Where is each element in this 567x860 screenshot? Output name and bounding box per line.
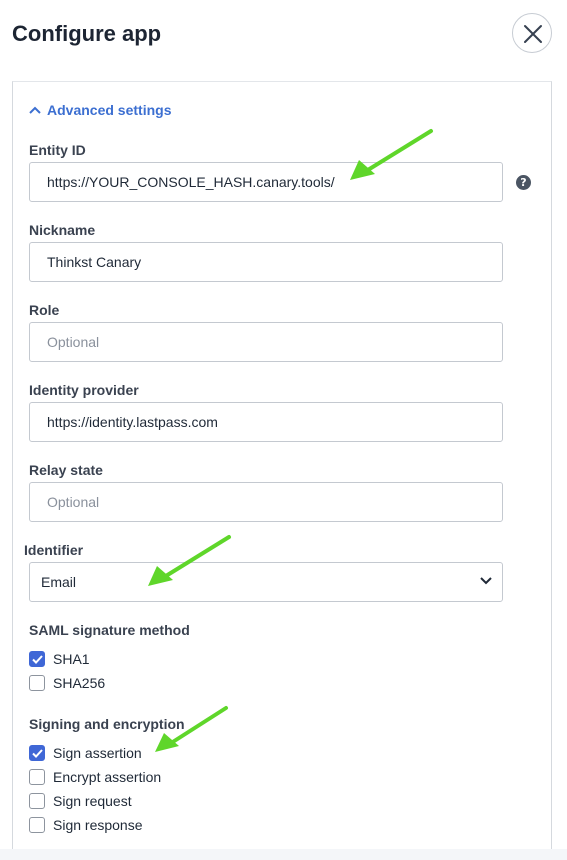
- role-placeholder: Optional: [47, 334, 100, 350]
- entity-id-value: https://YOUR_CONSOLE_HASH.canary.tools/: [47, 174, 335, 190]
- dialog-title: Configure app: [12, 21, 162, 46]
- nickname-input[interactable]: Thinkst Canary: [29, 242, 503, 282]
- identifier-label: Identifier: [24, 542, 84, 558]
- identifier-selected-value: Email: [41, 574, 77, 590]
- identity-provider-input[interactable]: https://identity.lastpass.com: [29, 402, 503, 442]
- nickname-value: Thinkst Canary: [47, 254, 142, 270]
- encrypt-assertion-checkbox[interactable]: [29, 769, 45, 785]
- annotation-arrow-icon: [350, 129, 433, 180]
- chevron-up-icon: [29, 106, 41, 114]
- sha1-checkbox[interactable]: [29, 651, 45, 667]
- relay-state-label: Relay state: [29, 462, 103, 478]
- advanced-settings-label: Advanced settings: [47, 102, 172, 118]
- checkmark-icon: [32, 655, 43, 664]
- sign-assertion-label: Sign assertion: [53, 745, 142, 761]
- nickname-label: Nickname: [29, 222, 96, 238]
- identity-provider-value: https://identity.lastpass.com: [47, 414, 218, 430]
- annotation-arrow-icon: [148, 535, 231, 586]
- saml-signature-label: SAML signature method: [29, 622, 190, 638]
- annotation-arrow-icon: [155, 706, 228, 752]
- identifier-select[interactable]: Email: [29, 562, 503, 602]
- entity-id-label: Entity ID: [29, 142, 86, 158]
- checkmark-icon: [32, 749, 43, 758]
- relay-state-input[interactable]: Optional: [29, 482, 503, 522]
- sign-assertion-checkbox[interactable]: [29, 745, 45, 761]
- close-icon: [524, 25, 542, 43]
- sha256-checkbox[interactable]: [29, 675, 45, 691]
- encrypt-assertion-label: Encrypt assertion: [53, 769, 162, 785]
- sign-response-option[interactable]: Sign response: [29, 817, 143, 833]
- sign-request-option[interactable]: Sign request: [29, 793, 132, 809]
- relay-state-placeholder: Optional: [47, 494, 100, 510]
- sign-request-label: Sign request: [53, 793, 132, 809]
- sha256-option[interactable]: SHA256: [29, 675, 105, 691]
- advanced-settings-toggle[interactable]: Advanced settings: [29, 102, 171, 118]
- sign-assertion-option[interactable]: Sign assertion: [29, 745, 142, 761]
- encrypt-assertion-option[interactable]: Encrypt assertion: [29, 769, 161, 785]
- sign-response-checkbox[interactable]: [29, 817, 45, 833]
- sha1-option[interactable]: SHA1: [29, 651, 90, 667]
- sha256-label: SHA256: [53, 675, 106, 691]
- close-button[interactable]: [512, 13, 552, 53]
- bottom-strip: [0, 849, 567, 860]
- help-icon[interactable]: ?: [516, 175, 531, 190]
- sign-request-checkbox[interactable]: [29, 793, 45, 809]
- sign-response-label: Sign response: [53, 817, 143, 833]
- sha1-label: SHA1: [53, 651, 90, 667]
- role-label: Role: [29, 302, 60, 318]
- identity-provider-label: Identity provider: [29, 382, 139, 398]
- chevron-down-icon: [480, 577, 492, 585]
- role-input[interactable]: Optional: [29, 322, 503, 362]
